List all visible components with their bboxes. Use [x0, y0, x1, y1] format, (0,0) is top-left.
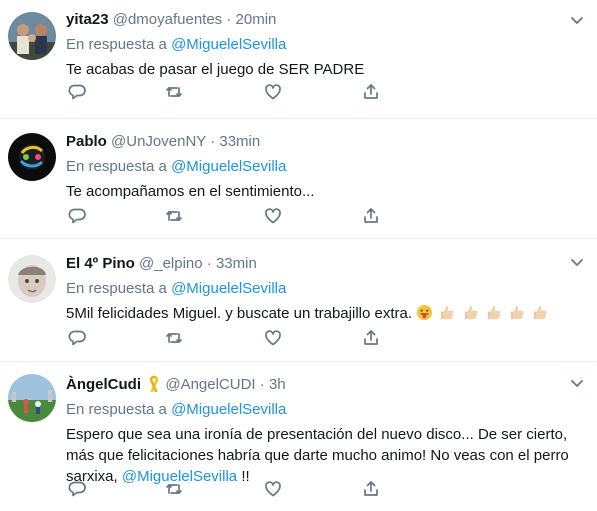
reply-prefix: En respuesta a: [66, 158, 167, 175]
thumbs-up-emoji: [441, 305, 454, 320]
tweet[interactable]: Pablo @UnJovenNY · 33min En respuesta a …: [0, 119, 597, 239]
like-heart-icon[interactable]: [262, 81, 284, 103]
chevron-down-icon[interactable]: [569, 375, 585, 391]
chevron-down-icon[interactable]: [569, 254, 585, 270]
avatar[interactable]: [8, 133, 56, 181]
share-icon[interactable]: [360, 81, 382, 103]
separator-dot: ·: [210, 133, 216, 150]
share-icon[interactable]: [360, 327, 382, 349]
author-name[interactable]: El 4º Pino: [66, 255, 135, 272]
thumbs-up-emoji: [487, 305, 501, 320]
author-name[interactable]: yita23: [66, 11, 109, 28]
reply-icon[interactable]: [66, 327, 88, 349]
author-name[interactable]: ÀngelCudi: [66, 376, 141, 393]
separator-dot: ·: [226, 11, 232, 28]
tweet-text: Te acompañamos en el sentimiento...: [66, 183, 315, 200]
tweet-text: Te acabas de pasar el juego de SER PADRE: [66, 61, 365, 78]
reply-context: En respuesta a @MiguelelSevilla: [66, 400, 583, 420]
reply-mention-link[interactable]: @MiguelelSevilla: [171, 280, 286, 297]
like-heart-icon[interactable]: [262, 327, 284, 349]
avatar[interactable]: [8, 12, 56, 60]
like-heart-icon[interactable]: [262, 205, 284, 227]
thumbs-up-emoji: [533, 305, 547, 320]
reply-context: En respuesta a @MiguelelSevilla: [66, 279, 583, 299]
share-icon[interactable]: [360, 205, 382, 227]
retweet-icon[interactable]: [163, 81, 185, 103]
tweet[interactable]: yita23 @dmoyafuentes · 20min En respuest…: [0, 0, 597, 119]
reply-icon[interactable]: [66, 81, 88, 103]
tweet-actions: [66, 81, 386, 103]
thumbs-up-emoji: [510, 305, 524, 320]
tweet[interactable]: ÀngelCudi @AngelCUDI · 3h En respuesta a…: [0, 362, 597, 511]
author-handle[interactable]: @dmoyafuentes: [113, 11, 222, 28]
share-icon[interactable]: [360, 478, 382, 500]
tweet-actions: [66, 205, 386, 227]
tweet-actions: [66, 327, 386, 349]
reply-icon[interactable]: [66, 205, 88, 227]
chevron-down-icon[interactable]: [569, 12, 585, 28]
reply-mention-link[interactable]: @MiguelelSevilla: [171, 401, 286, 418]
tweet-time[interactable]: 33min: [219, 133, 260, 150]
tongue-face-emoji: [417, 304, 433, 321]
yellow-ribbon-icon: [149, 375, 159, 392]
tweet-time[interactable]: 20min: [236, 11, 277, 28]
retweet-icon[interactable]: [163, 327, 185, 349]
avatar[interactable]: [8, 374, 56, 422]
author-handle[interactable]: @AngelCUDI: [165, 376, 255, 393]
reply-mention-link[interactable]: @MiguelelSevilla: [171, 158, 286, 175]
author-handle[interactable]: @UnJovenNY: [111, 133, 206, 150]
author-handle[interactable]: @_elpino: [139, 255, 203, 272]
tweet-actions: [66, 478, 386, 500]
separator-dot: ·: [259, 376, 265, 393]
tweet-text-block: 5Mil felicidades Miguel. y buscate un tr…: [66, 303, 583, 324]
separator-dot: ·: [206, 255, 212, 272]
reply-icon[interactable]: [66, 478, 88, 500]
reply-feed: yita23 @dmoyafuentes · 20min En respuest…: [0, 0, 597, 511]
reply-prefix: En respuesta a: [66, 280, 167, 297]
thumbs-up-emoji: [464, 305, 478, 320]
avatar[interactable]: [8, 255, 56, 303]
tweet-time[interactable]: 3h: [269, 376, 286, 393]
reply-mention-link[interactable]: @MiguelelSevilla: [171, 36, 286, 53]
author-name[interactable]: Pablo: [66, 133, 107, 150]
reply-context: En respuesta a @MiguelelSevilla: [66, 35, 583, 55]
retweet-icon[interactable]: [163, 478, 185, 500]
retweet-icon[interactable]: [163, 205, 185, 227]
reply-prefix: En respuesta a: [66, 401, 167, 418]
tweet-text: 5Mil felicidades Miguel. y buscate un tr…: [66, 305, 413, 322]
tweet-time[interactable]: 33min: [216, 255, 257, 272]
reply-prefix: En respuesta a: [66, 36, 167, 53]
tweet[interactable]: El 4º Pino @_elpino · 33min En respuesta…: [0, 239, 597, 362]
reply-context: En respuesta a @MiguelelSevilla: [66, 157, 583, 177]
like-heart-icon[interactable]: [262, 478, 284, 500]
